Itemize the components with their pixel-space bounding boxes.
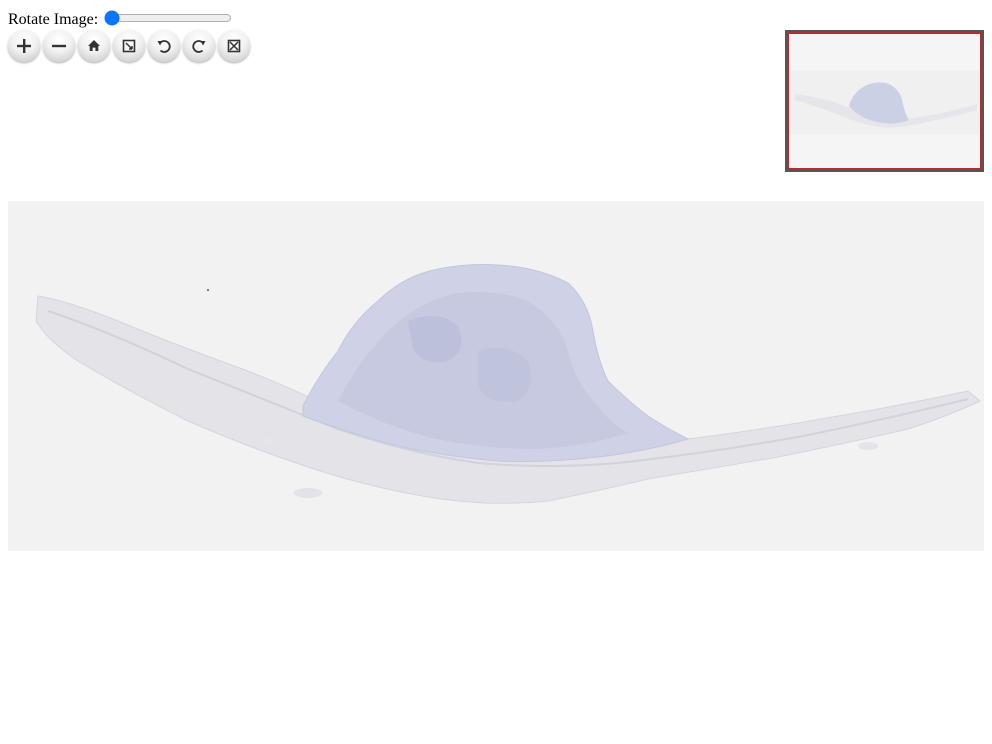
rotate-control: Rotate Image: — [8, 8, 234, 28]
fullscreen-icon — [122, 39, 136, 53]
navigator-minimap[interactable] — [785, 30, 984, 172]
home-icon — [88, 40, 100, 51]
zoom-in-button[interactable] — [8, 30, 40, 62]
full-page-button[interactable] — [113, 30, 145, 62]
slide-image-viewport[interactable] — [8, 201, 984, 551]
rotate-right-button[interactable] — [183, 30, 215, 62]
flip-icon — [227, 39, 241, 53]
navigator-viewport-frame[interactable] — [787, 32, 982, 170]
flip-button[interactable] — [218, 30, 250, 62]
slide-viewer-page: Rotate Image: — [0, 0, 992, 744]
zoom-out-button[interactable] — [43, 30, 75, 62]
rotate-left-button[interactable] — [148, 30, 180, 62]
minus-icon — [52, 44, 66, 48]
home-button[interactable] — [78, 30, 110, 62]
viewer-toolbar — [8, 30, 250, 62]
rotate-right-icon — [192, 40, 206, 53]
tissue-slide-image — [8, 201, 984, 551]
rotate-slider[interactable] — [104, 8, 233, 28]
rotate-left-icon — [157, 40, 171, 53]
rotate-label: Rotate Image: — [8, 11, 99, 28]
plus-icon — [17, 39, 31, 53]
